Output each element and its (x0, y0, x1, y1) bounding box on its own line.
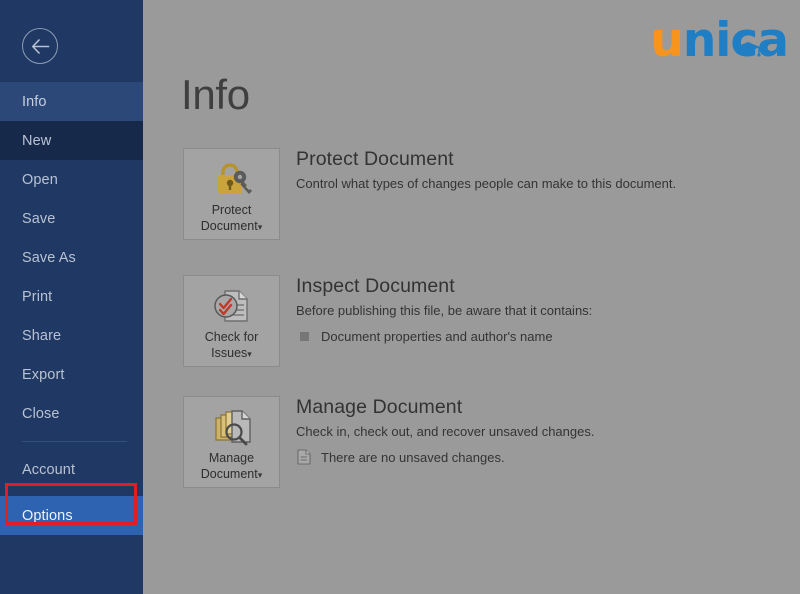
chevron-down-icon[interactable]: ▾ (258, 222, 263, 232)
chevron-down-icon[interactable]: ▾ (258, 470, 263, 480)
protect-document-button-label: Protect Document▾ (199, 203, 265, 234)
sidebar-item-print[interactable]: Print (0, 277, 143, 316)
sidebar-item-label: Export (22, 367, 65, 383)
backstage-sidebar: Info New Open Save Save As Print Share E… (0, 0, 143, 594)
square-bullet-icon (296, 328, 312, 344)
section-title: Inspect Document (296, 275, 726, 297)
backstage-main: Info Protect Document▾ (143, 0, 800, 594)
sidebar-item-export[interactable]: Export (0, 355, 143, 394)
sidebar-item-account[interactable]: Account (0, 450, 143, 489)
chevron-down-icon[interactable]: ▾ (247, 349, 252, 359)
sidebar-item-label: Open (22, 172, 58, 188)
sidebar-item-label: Save (22, 211, 55, 227)
sidebar-item-share[interactable]: Share (0, 316, 143, 355)
sidebar-item-open[interactable]: Open (0, 160, 143, 199)
section-title: Manage Document (296, 396, 726, 418)
sidebar-item-label: Account (22, 462, 75, 478)
tile-label-line2: Document (201, 219, 258, 233)
sidebar-item-save-as[interactable]: Save As (0, 238, 143, 277)
check-for-issues-button-label: Check for Issues▾ (203, 330, 261, 361)
document-check-icon (211, 282, 253, 330)
tile-label-line1: Manage (209, 451, 254, 465)
graduation-cap-icon (735, 19, 761, 66)
section-description: Before publishing this file, be aware th… (296, 302, 726, 321)
protect-document-button[interactable]: Protect Document▾ (183, 148, 280, 240)
back-button[interactable] (22, 28, 58, 64)
documents-magnifier-icon (210, 403, 254, 451)
section-title: Protect Document (296, 148, 726, 170)
manage-status-row: There are no unsaved changes. (296, 449, 726, 465)
manage-status-text: There are no unsaved changes. (321, 450, 505, 465)
inspect-status-text: Document properties and author's name (321, 329, 553, 344)
sidebar-item-new[interactable]: New (0, 121, 143, 160)
manage-document-button-label: Manage Document▾ (199, 451, 265, 482)
back-arrow-icon (31, 39, 50, 54)
check-for-issues-button[interactable]: Check for Issues▾ (183, 275, 280, 367)
sidebar-divider (22, 441, 127, 442)
section-description: Check in, check out, and recover unsaved… (296, 423, 726, 442)
sidebar-nav-list: Info New Open Save Save As Print Share E… (0, 82, 143, 535)
sidebar-item-close[interactable]: Close (0, 394, 143, 433)
unica-logo: unica (650, 12, 788, 64)
tile-label-line2: Issues (211, 346, 247, 360)
inspect-document-details: Inspect Document Before publishing this … (296, 275, 726, 344)
padlock-key-icon (210, 155, 254, 203)
sidebar-item-label: Options (22, 508, 73, 524)
manage-document-button[interactable]: Manage Document▾ (183, 396, 280, 488)
sidebar-item-label: Print (22, 289, 52, 305)
logo-text-first: u (650, 13, 682, 68)
sidebar-item-label: New (22, 133, 51, 149)
tile-label-line1: Check for (205, 330, 259, 344)
sidebar-item-label: Share (22, 328, 61, 344)
sidebar-item-options[interactable]: Options (0, 496, 143, 535)
manage-document-details: Manage Document Check in, check out, and… (296, 396, 726, 465)
inspect-status-row: Document properties and author's name (296, 328, 726, 344)
document-page-icon (296, 449, 312, 465)
sidebar-item-info[interactable]: Info (0, 82, 143, 121)
protect-document-details: Protect Document Control what types of c… (296, 148, 726, 194)
section-description: Control what types of changes people can… (296, 175, 726, 194)
sidebar-item-label: Save As (22, 250, 76, 266)
sidebar-item-label: Close (22, 406, 60, 422)
tile-label-line1: Protect (212, 203, 252, 217)
sidebar-item-save[interactable]: Save (0, 199, 143, 238)
page-title: Info (181, 74, 250, 116)
tile-label-line2: Document (201, 467, 258, 481)
sidebar-item-label: Info (22, 94, 47, 110)
